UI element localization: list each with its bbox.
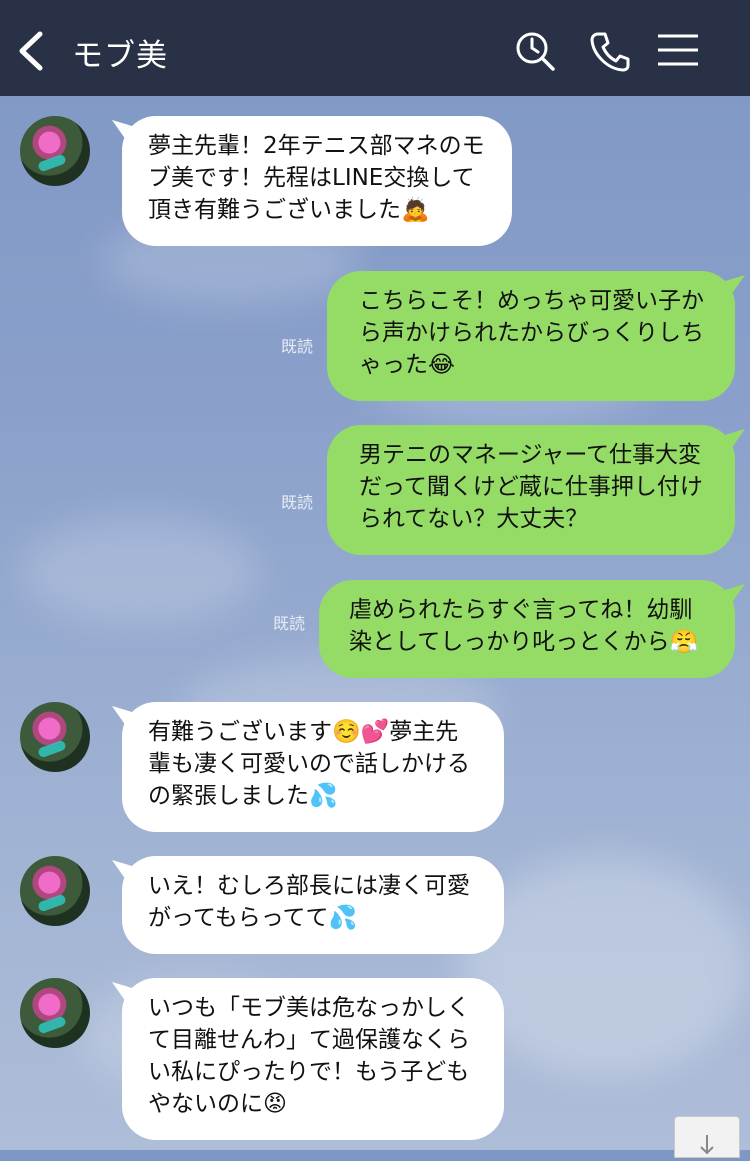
message-text: いつも「モブ美は危なっかしくて目離せんわ」て過保護なくらい私にぴったりで！もう子…: [148, 995, 470, 1117]
avatar[interactable]: [20, 116, 90, 186]
read-receipt: 既読: [281, 337, 314, 356]
avatar[interactable]: [20, 978, 90, 1048]
chat-title: モブ美: [72, 38, 168, 74]
chat-header: モブ美: [0, 0, 750, 96]
message-text: 有難うございます☺️💕夢主先輩も凄く可愛いので話しかけるの緊張しました💦: [148, 719, 470, 809]
message-bubble: 男テニのマネージャーて仕事大変だって聞くけど蔵に仕事押し付けられてない？大丈夫？: [327, 425, 735, 555]
read-receipt: 既読: [281, 493, 314, 512]
avatar[interactable]: [20, 702, 90, 772]
read-receipt: 既読: [273, 614, 306, 633]
message-bubble: 有難うございます☺️💕夢主先輩も凄く可愛いので話しかけるの緊張しました💦: [122, 702, 504, 832]
message-text: 夢主先輩！2年テニス部マネのモブ美です！先程はLINE交換して頂き有難うございま…: [148, 133, 485, 223]
message-bubble: いえ！むしろ部長には凄く可愛がってもらってて💦: [122, 856, 504, 954]
scroll-to-bottom-button[interactable]: [674, 1116, 740, 1158]
message-text: 男テニのマネージャーて仕事大変だって聞くけど蔵に仕事押し付けられてない？大丈夫？: [359, 442, 703, 532]
back-icon[interactable]: [14, 28, 48, 74]
message-bubble: 夢主先輩！2年テニス部マネのモブ美です！先程はLINE交換して頂き有難うございま…: [122, 116, 512, 246]
message-bubble: こちらこそ！めっちゃ可愛い子から声かけられたからびっくりしちゃった😂: [327, 271, 735, 401]
search-icon[interactable]: [514, 30, 556, 72]
message-bubble: いつも「モブ美は危なっかしくて目離せんわ」て過保護なくらい私にぴったりで！もう子…: [122, 978, 504, 1140]
message-text: いえ！むしろ部長には凄く可愛がってもらってて💦: [148, 873, 470, 931]
scroll-down-icon: [700, 1135, 714, 1155]
menu-icon[interactable]: [656, 30, 700, 70]
message-text: こちらこそ！めっちゃ可愛い子から声かけられたからびっくりしちゃった😂: [359, 288, 704, 378]
message-text: 虐められたらすぐ言ってね！幼馴染としてしっかり叱っとくから😤: [349, 597, 699, 655]
message-bubble: 虐められたらすぐ言ってね！幼馴染としてしっかり叱っとくから😤: [319, 580, 735, 678]
call-icon[interactable]: [590, 30, 630, 72]
avatar[interactable]: [20, 856, 90, 926]
